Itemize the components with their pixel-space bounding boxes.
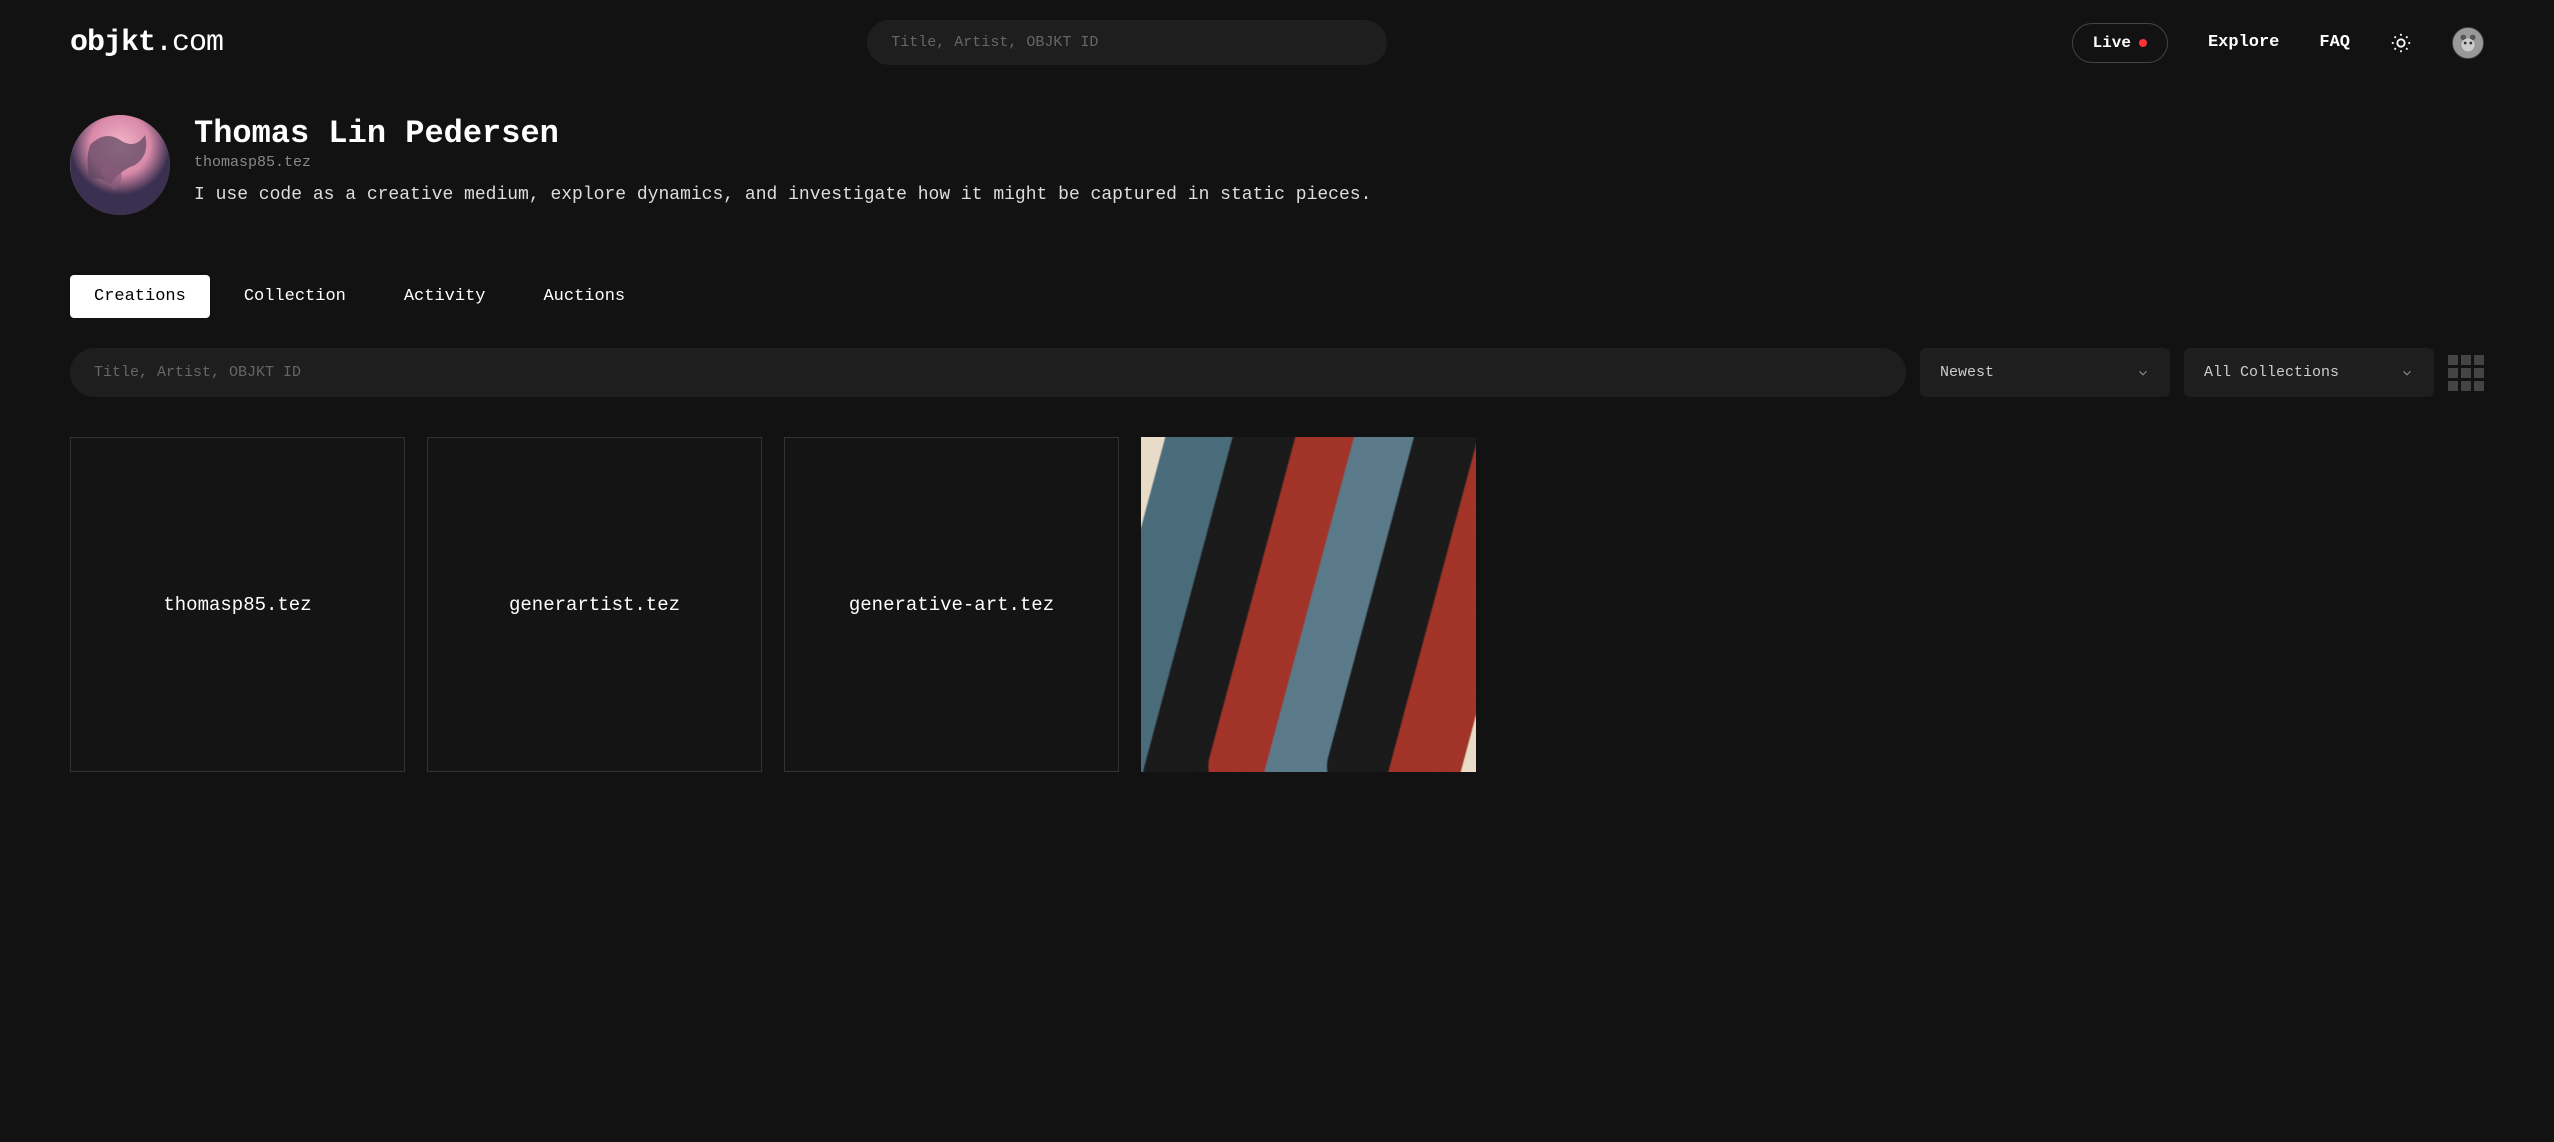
live-label: Live: [2093, 34, 2131, 52]
live-button[interactable]: Live: [2072, 23, 2168, 63]
tab-collection[interactable]: Collection: [220, 275, 370, 318]
collection-label: All Collections: [2204, 364, 2339, 381]
chevron-down-icon: [2400, 366, 2414, 380]
profile-bio: I use code as a creative medium, explore…: [194, 183, 2484, 208]
tab-auctions[interactable]: Auctions: [519, 275, 649, 318]
filter-row: Newest All Collections: [0, 328, 2554, 417]
logo-main: objkt: [70, 26, 155, 60]
card-item[interactable]: generative-art.tez: [784, 437, 1119, 772]
logo-suffix: .com: [155, 26, 223, 60]
profile-name: Thomas Lin Pedersen: [194, 115, 2484, 152]
sun-icon[interactable]: [2390, 32, 2412, 54]
sort-dropdown[interactable]: Newest: [1920, 348, 2170, 397]
sort-label: Newest: [1940, 364, 1994, 381]
profile-info: Thomas Lin Pedersen thomasp85.tez I use …: [194, 115, 2484, 208]
search-input[interactable]: [867, 20, 1387, 65]
profile-avatar[interactable]: [70, 115, 170, 215]
chevron-down-icon: [2136, 366, 2150, 380]
filter-search-input[interactable]: [70, 348, 1906, 397]
card-label: generartist.tez: [509, 594, 680, 616]
explore-link[interactable]: Explore: [2208, 33, 2279, 52]
header: objkt.com Live Explore FAQ: [0, 0, 2554, 85]
user-avatar[interactable]: [2452, 27, 2484, 59]
tabs: Creations Collection Activity Auctions: [0, 245, 2554, 328]
collection-dropdown[interactable]: All Collections: [2184, 348, 2434, 397]
card-item[interactable]: generartist.tez: [427, 437, 762, 772]
card-artwork[interactable]: [1141, 437, 1476, 772]
faq-link[interactable]: FAQ: [2319, 33, 2350, 52]
live-indicator-icon: [2139, 39, 2147, 47]
profile-handle: thomasp85.tez: [194, 154, 2484, 171]
card-item[interactable]: thomasp85.tez: [70, 437, 405, 772]
tab-activity[interactable]: Activity: [380, 275, 510, 318]
grid-view-icon[interactable]: [2448, 355, 2484, 391]
tab-creations[interactable]: Creations: [70, 275, 210, 318]
card-label: generative-art.tez: [849, 594, 1054, 616]
card-label: thomasp85.tez: [163, 594, 311, 616]
logo[interactable]: objkt.com: [70, 26, 223, 60]
cards-grid: thomasp85.tez generartist.tez generative…: [0, 417, 2554, 792]
profile-section: Thomas Lin Pedersen thomasp85.tez I use …: [0, 85, 2554, 245]
nav-right: Live Explore FAQ: [2072, 23, 2484, 63]
